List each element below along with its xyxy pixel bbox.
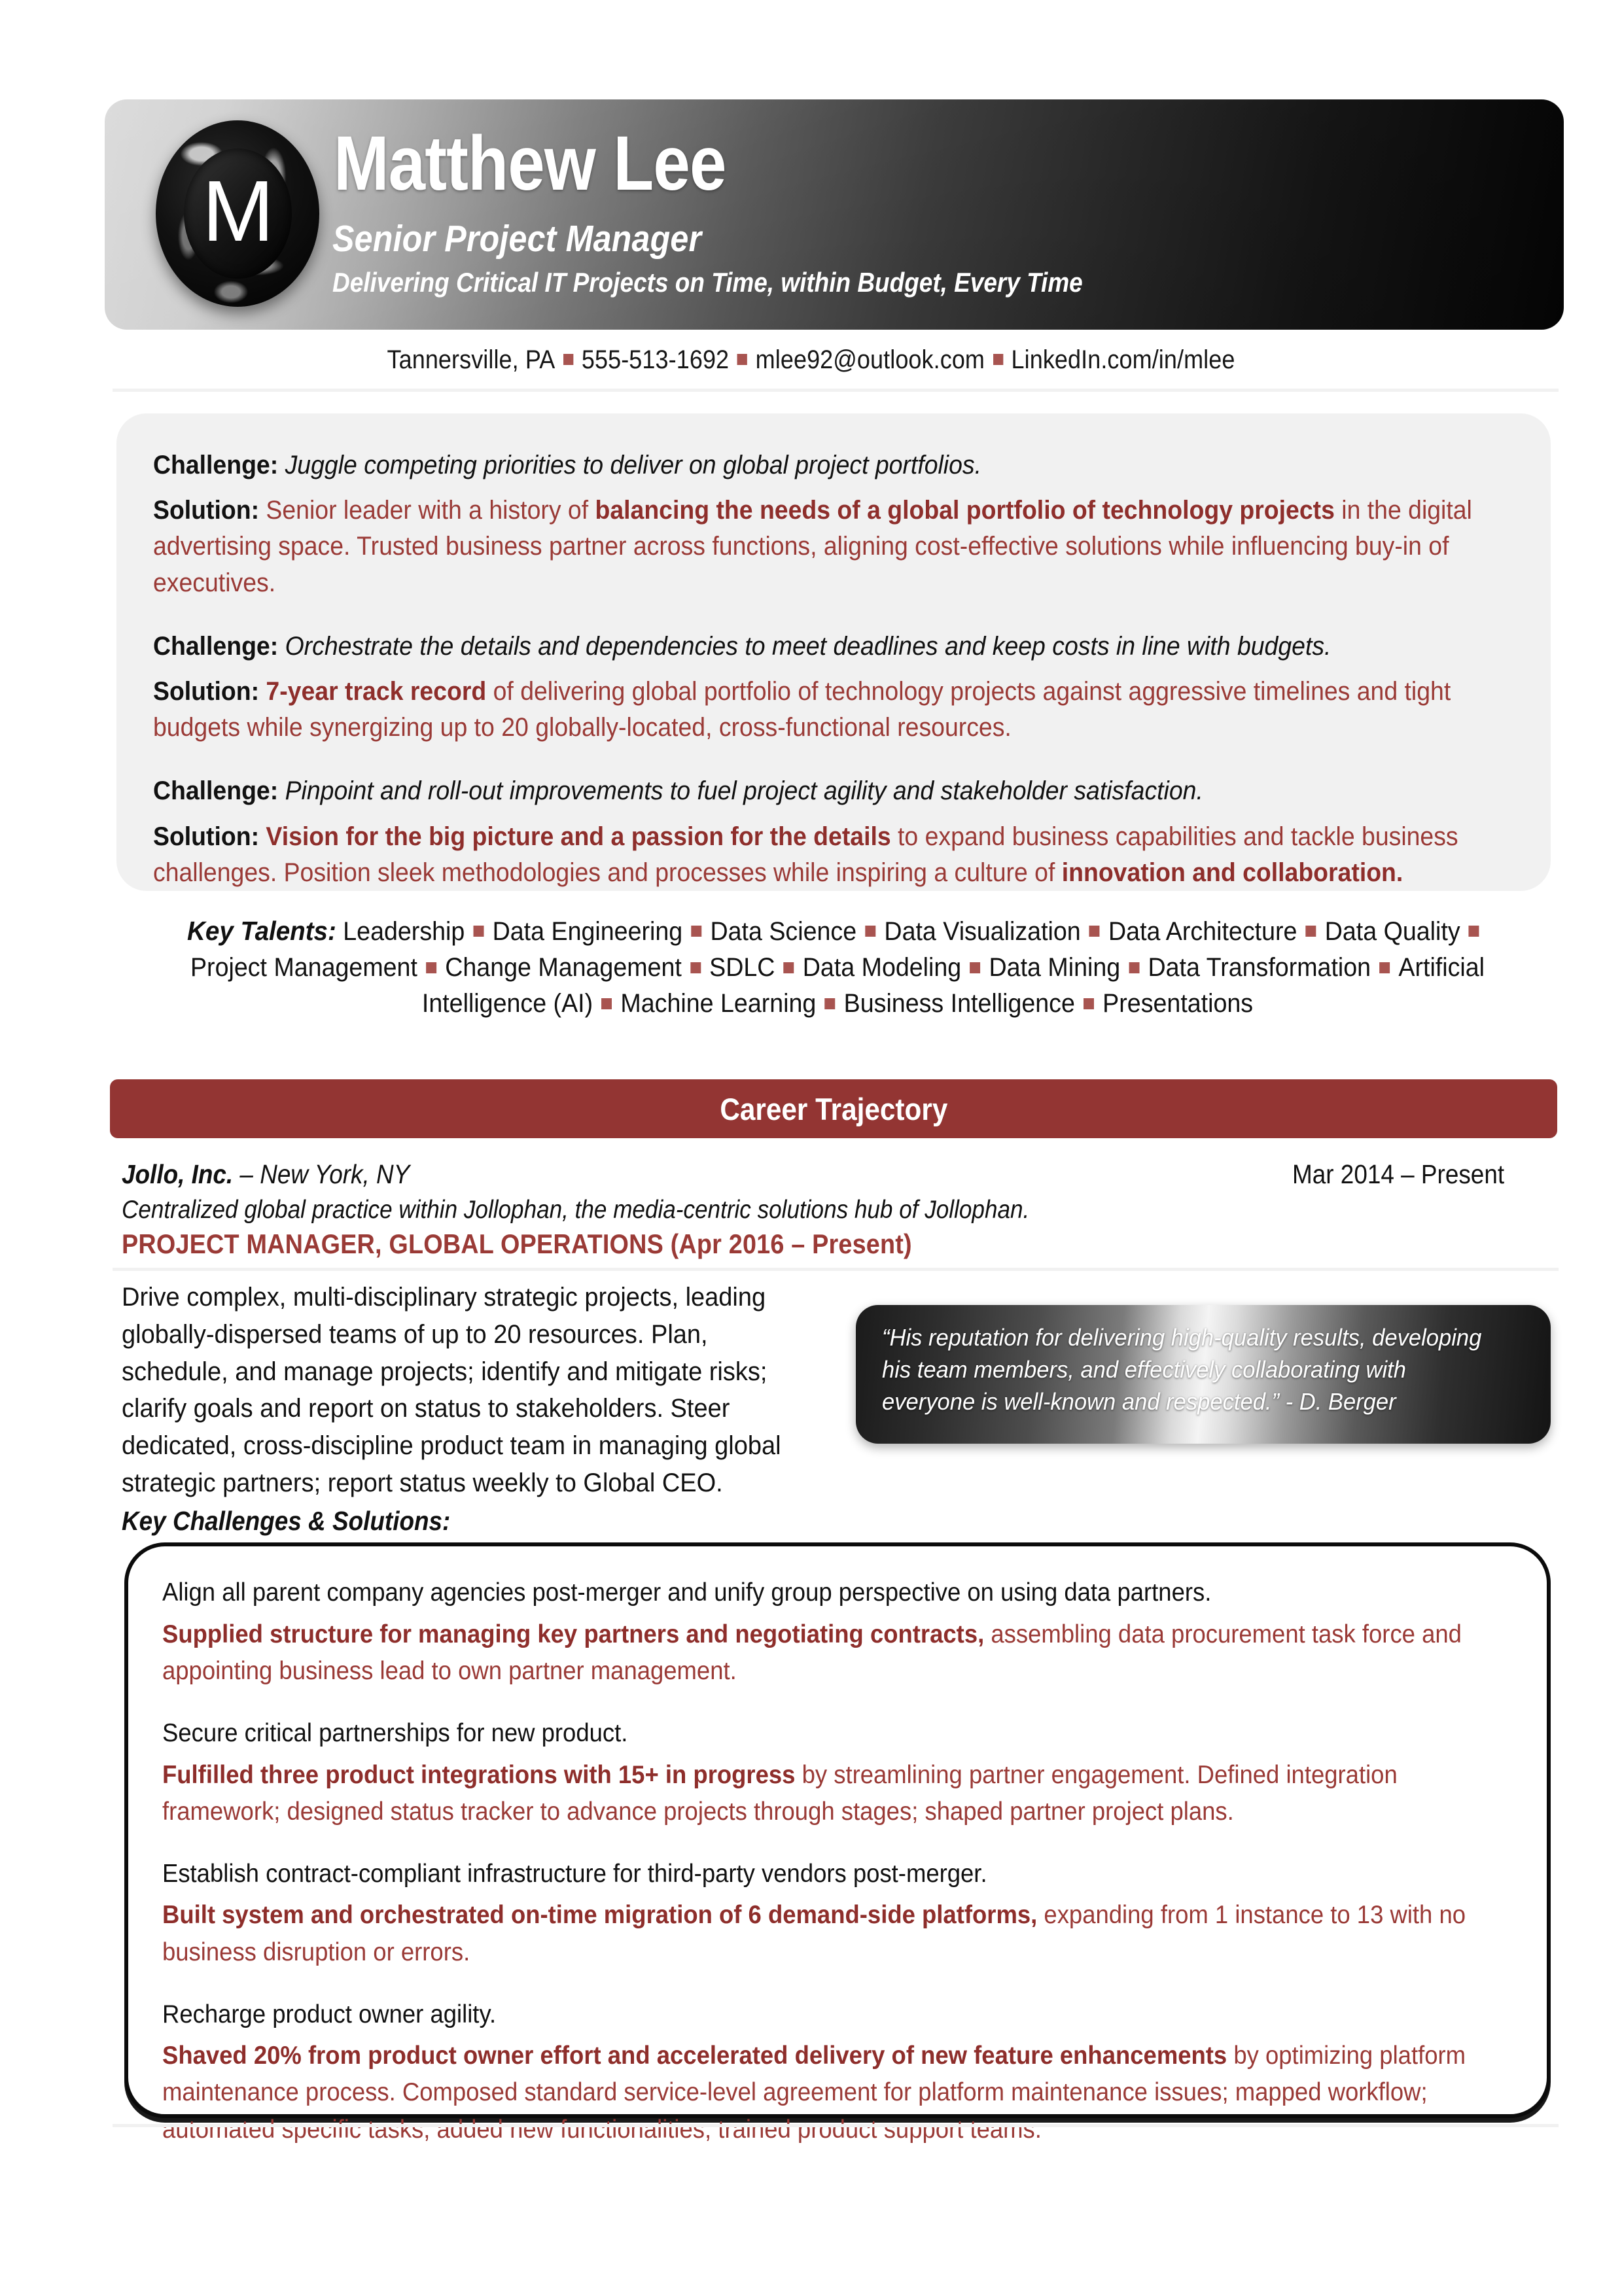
key-talents: Key Talents: Leadership Data Engineering D…: [167, 913, 1507, 1022]
separator-square-icon: [426, 962, 437, 973]
key-challenges-box: Align all parent company agencies post-m…: [124, 1542, 1551, 2144]
challenge-text: Juggle competing priorities to deliver o…: [285, 451, 982, 479]
job-description: Drive complex, multi-disciplinary strate…: [122, 1283, 781, 1497]
kc-solution-text: Shaved 20% from product owner effort and…: [162, 2042, 1466, 2144]
separator-square-icon: [1379, 962, 1390, 973]
divider-bottom: [113, 2124, 1559, 2127]
solution-label: Solution:: [153, 822, 260, 851]
job-title: PROJECT MANAGER, GLOBAL OPERATIONS (Apr …: [122, 1228, 912, 1259]
key-talent-item: Presentations: [1102, 989, 1254, 1018]
contact-line: Tannersville, PA 555-513-1692 mlee92@outlo…: [81, 345, 1541, 375]
kc-challenge-text: Recharge product owner agility.: [162, 2000, 497, 2028]
contact-email[interactable]: mlee92@outlook.com: [756, 345, 985, 374]
kc-challenge-text: Establish contract-compliant infrastruct…: [162, 1859, 987, 1888]
job-dates: Mar 2014 – Present: [1292, 1159, 1504, 1189]
resume-page: M Matthew Lee Senior Project Manager Del…: [0, 0, 1622, 2296]
separator-square-icon: [993, 354, 1003, 366]
kc-challenge-text: Align all parent company agencies post-m…: [162, 1578, 1212, 1607]
separator-square-icon: [1305, 926, 1316, 937]
key-talent-item: Data Architecture: [1108, 917, 1297, 946]
divider-top: [113, 389, 1559, 392]
separator-square-icon: [690, 962, 701, 973]
solution-line: Solution: Senior leader with a history o…: [153, 493, 1515, 601]
section-title: Career Trajectory: [719, 1091, 947, 1126]
solution-line: Solution: Vision for the big picture and…: [153, 819, 1515, 891]
separator-square-icon: [1089, 926, 1100, 937]
solution-label: Solution:: [153, 496, 260, 525]
testimonial-quote-text: “His reputation for delivering high-qual…: [882, 1324, 1482, 1415]
separator-square-icon: [737, 354, 748, 366]
separator-square-icon: [865, 926, 876, 937]
challenge-line: Challenge: Orchestrate the details and d…: [153, 629, 1515, 665]
key-talents-list: Leadership Data Engineering Data Science Da…: [190, 917, 1488, 1018]
challenge-text: Orchestrate the details and dependencies…: [285, 631, 1331, 661]
key-talent-item: Project Management: [190, 953, 417, 983]
separator-square-icon: [783, 962, 794, 973]
logo-letter: M: [202, 162, 274, 259]
divider-job: [113, 1268, 1559, 1271]
challenge-text: Pinpoint and roll-out improvements to fu…: [285, 776, 1203, 806]
key-challenge-item: Secure critical partnerships for new pro…: [162, 1716, 1513, 1830]
candidate-tagline: Delivering Critical IT Projects on Time,…: [332, 267, 1083, 298]
job-company-name: Jollo, Inc.: [122, 1159, 234, 1189]
summary-box: Challenge: Juggle competing priorities t…: [116, 413, 1551, 891]
key-talent-item: Data Modeling: [802, 953, 962, 983]
contact-location: Tannersville, PA: [387, 345, 555, 374]
key-challenge-item: Align all parent company agencies post-m…: [162, 1575, 1513, 1690]
kc-solution-text: Fulfilled three product integrations wit…: [162, 1760, 1398, 1826]
job-subtitle: Centralized global practice within Jollo…: [122, 1196, 1030, 1224]
key-talent-item: Leadership: [343, 917, 465, 946]
challenge-line: Challenge: Pinpoint and roll-out improve…: [153, 773, 1515, 809]
separator-square-icon: [824, 998, 836, 1009]
key-talent-item: Machine Learning: [620, 989, 817, 1018]
contact-linkedin[interactable]: LinkedIn.com/in/mlee: [1012, 345, 1235, 374]
challenge-label: Challenge:: [153, 776, 279, 806]
solution-label: Solution:: [153, 676, 260, 706]
solution-line: Solution: 7-year track record of deliver…: [153, 674, 1515, 746]
separator-square-icon: [1468, 926, 1479, 937]
logo-inner-disc: M: [183, 148, 292, 279]
job-location: – New York, NY: [233, 1159, 410, 1189]
kc-solution-text: Supplied structure for managing key part…: [162, 1620, 1462, 1685]
separator-square-icon: [563, 354, 574, 366]
key-talent-item: Business Intelligence: [843, 989, 1075, 1018]
key-challenge-item: Establish contract-compliant infrastruct…: [162, 1856, 1513, 1971]
contact-phone[interactable]: 555-513-1692: [582, 345, 729, 374]
separator-square-icon: [473, 926, 484, 937]
kc-solution-text: Built system and orchestrated on-time mi…: [162, 1901, 1466, 1966]
key-talent-item: Data Engineering: [492, 917, 683, 946]
testimonial-quote-box: “His reputation for delivering high-qual…: [856, 1305, 1551, 1444]
solution-text: 7-year track record of delivering global…: [153, 676, 1451, 742]
separator-square-icon: [601, 998, 612, 1009]
separator-square-icon: [691, 926, 702, 937]
key-talent-item: SDLC: [709, 953, 775, 983]
monogram-logo: M: [156, 120, 319, 307]
job-company-line: Jollo, Inc. – New York, NY: [122, 1159, 410, 1190]
section-bar-career-trajectory: Career Trajectory: [110, 1079, 1557, 1138]
candidate-name: Matthew Lee: [334, 120, 726, 207]
key-talent-item: Change Management: [445, 953, 682, 983]
key-talent-item: Data Mining: [989, 953, 1121, 983]
challenge-line: Challenge: Juggle competing priorities t…: [153, 447, 1515, 483]
key-talent-item: Data Transformation: [1148, 953, 1371, 983]
separator-square-icon: [1129, 962, 1140, 973]
key-challenges-label: Key Challenges & Solutions:: [122, 1506, 451, 1536]
key-talent-item: Data Visualization: [884, 917, 1081, 946]
candidate-role: Senior Project Manager: [332, 218, 702, 260]
solution-text: Vision for the big picture and a passion…: [153, 822, 1458, 887]
header-banner: M Matthew Lee Senior Project Manager Del…: [105, 99, 1564, 330]
separator-square-icon: [970, 962, 981, 973]
key-talent-item: Data Quality: [1324, 917, 1460, 946]
key-talent-item: Data Science: [710, 917, 857, 946]
challenge-label: Challenge:: [153, 451, 279, 479]
kc-challenge-text: Secure critical partnerships for new pro…: [162, 1718, 628, 1747]
separator-square-icon: [1084, 998, 1095, 1009]
solution-text: Senior leader with a history of balancin…: [153, 496, 1472, 597]
challenge-label: Challenge:: [153, 631, 279, 661]
key-talents-label: Key Talents:: [187, 916, 336, 946]
